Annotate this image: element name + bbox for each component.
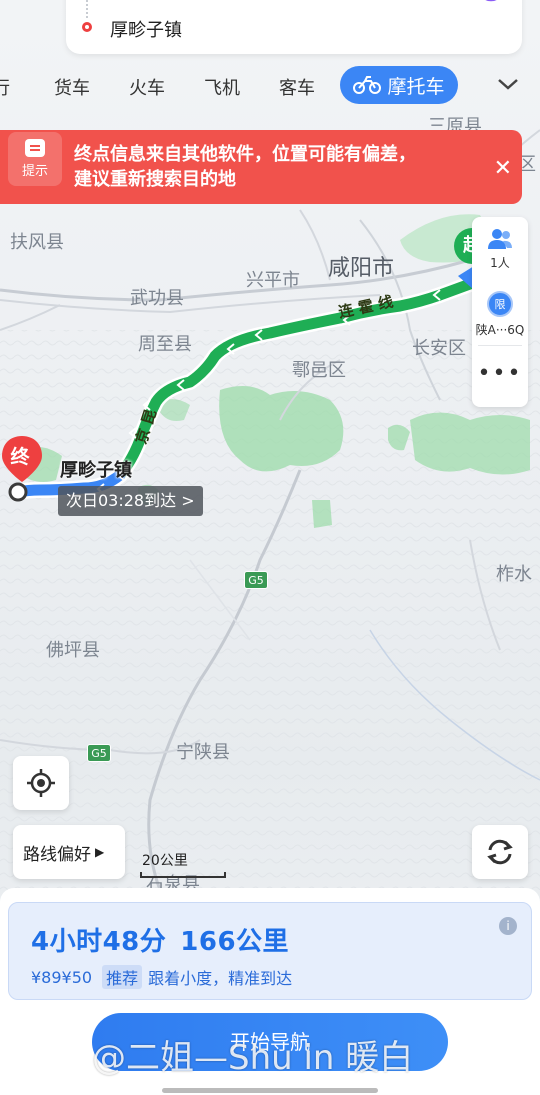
recommend-badge: 推荐 bbox=[102, 965, 143, 989]
refresh-icon bbox=[487, 839, 513, 865]
limit-icon: 限 bbox=[487, 291, 513, 317]
route-card[interactable]: 4小时48分 166公里 ¥89¥50 推荐 跟着小度，精准到达 i bbox=[8, 902, 532, 1000]
map-label-changan: 长安区 bbox=[412, 338, 466, 359]
tab-plane[interactable]: 飞机 bbox=[204, 74, 240, 100]
tab-motorcycle[interactable]: 摩托车 bbox=[340, 66, 458, 104]
watermark: @二姐—Shu in 暖白 bbox=[92, 1038, 414, 1078]
end-marker[interactable]: 终 bbox=[0, 434, 44, 484]
tip-badge: 提示 bbox=[8, 132, 62, 186]
destination-dot-icon bbox=[82, 22, 92, 32]
warning-banner: 提示 终点信息来自其他软件，位置可能有偏差， 建议重新搜索目的地 ✕ bbox=[0, 130, 522, 204]
map-label-ningshan: 宁陕县 bbox=[176, 742, 230, 763]
scale-label: 20公里 bbox=[142, 853, 188, 869]
map-label-zhouzhi: 周至县 bbox=[138, 334, 192, 355]
banner-message: 终点信息来自其他软件，位置可能有偏差， 建议重新搜索目的地 bbox=[74, 142, 416, 192]
motorcycle-icon bbox=[353, 76, 382, 94]
transport-tabs: 行 货车 火车 飞机 客车 摩托车 bbox=[0, 66, 540, 110]
g5-highway-shield: G5 bbox=[244, 571, 268, 589]
passengers-button[interactable]: 1人 bbox=[472, 227, 528, 271]
locate-icon bbox=[27, 769, 55, 797]
people-icon bbox=[488, 229, 512, 249]
route-details: ¥89¥50 推荐 跟着小度，精准到达 bbox=[31, 965, 292, 989]
tab-train[interactable]: 火车 bbox=[129, 74, 165, 100]
route-preference-label: 路线偏好 bbox=[23, 844, 91, 865]
locate-button[interactable] bbox=[13, 756, 69, 810]
route-distance: 166公里 bbox=[180, 927, 290, 957]
destination-input[interactable]: 厚畛子镇 bbox=[110, 16, 182, 42]
tip-icon bbox=[25, 139, 45, 157]
route-duration: 4小时48分 bbox=[31, 927, 167, 957]
tab-motorcycle-label: 摩托车 bbox=[387, 75, 445, 98]
tab-coach[interactable]: 客车 bbox=[279, 74, 315, 100]
route-summary: 4小时48分 166公里 bbox=[31, 921, 289, 958]
voice-icon[interactable] bbox=[478, 0, 504, 6]
map-label-xianyang: 咸阳市 bbox=[328, 256, 395, 281]
passengers-count: 1人 bbox=[490, 256, 510, 270]
map-label-xingping: 兴平市 bbox=[246, 270, 300, 291]
map-label-fufeng: 扶风县 bbox=[10, 232, 64, 253]
add-waypoint-icon[interactable] bbox=[370, 0, 398, 6]
map-label-wugong: 武功县 bbox=[130, 288, 184, 309]
divider bbox=[478, 345, 522, 346]
info-icon[interactable]: i bbox=[499, 917, 517, 935]
tab-walk[interactable]: 行 bbox=[0, 74, 10, 100]
tab-truck[interactable]: 货车 bbox=[54, 74, 90, 100]
banner-line-1: 终点信息来自其他软件，位置可能有偏差， bbox=[74, 144, 416, 165]
map-label-foping: 佛坪县 bbox=[46, 640, 100, 661]
refresh-button[interactable] bbox=[472, 825, 528, 879]
route-fee: ¥89¥50 bbox=[31, 967, 93, 987]
g5-highway-shield: G5 bbox=[87, 744, 111, 762]
route-connector bbox=[86, 0, 88, 18]
plate-limit-button[interactable]: 限 陕A···6Q bbox=[472, 291, 528, 338]
destination-place-label: 厚畛子镇 bbox=[60, 460, 132, 481]
route-description: 跟着小度，精准到达 bbox=[148, 969, 293, 988]
side-panel: 1人 限 陕A···6Q ••• bbox=[472, 217, 528, 407]
home-indicator bbox=[162, 1088, 378, 1093]
triangle-right-icon: ▶ bbox=[95, 845, 105, 859]
eta-tag[interactable]: 次日03:28到达 > bbox=[58, 486, 203, 516]
swap-icon[interactable] bbox=[424, 0, 452, 6]
route-search-card[interactable]: 厚畛子镇 bbox=[66, 0, 522, 54]
route-preference-button[interactable]: 路线偏好 ▶ bbox=[13, 825, 125, 879]
map-label-huyi: 鄠邑区 bbox=[292, 360, 346, 381]
banner-line-2: 建议重新搜索目的地 bbox=[74, 169, 236, 190]
end-marker-label: 终 bbox=[10, 446, 30, 468]
chevron-down-icon[interactable] bbox=[496, 72, 520, 100]
close-icon[interactable]: ✕ bbox=[494, 156, 512, 181]
tip-label: 提示 bbox=[21, 164, 48, 179]
more-icon[interactable]: ••• bbox=[472, 361, 528, 386]
search-actions bbox=[370, 0, 504, 6]
scale-bar bbox=[140, 872, 226, 878]
plate-number: 陕A···6Q bbox=[475, 323, 525, 337]
map-label-zhashui: 柞水 bbox=[496, 564, 532, 585]
